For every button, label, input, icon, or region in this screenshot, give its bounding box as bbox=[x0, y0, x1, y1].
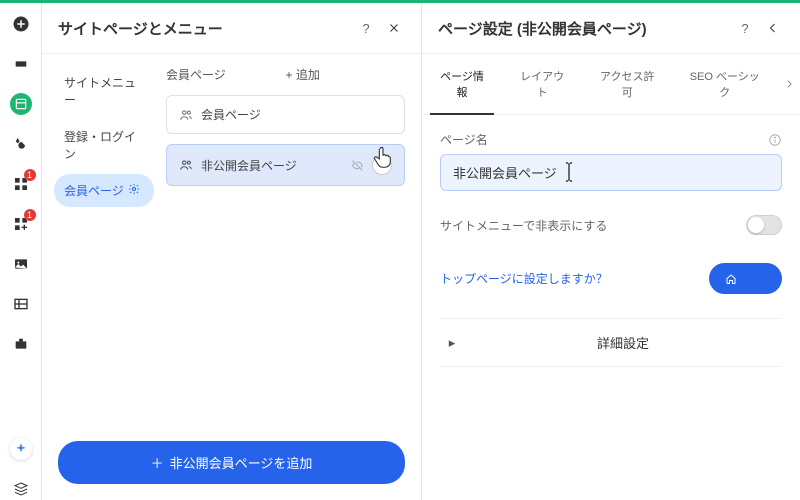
page-list-column: 会員ページ + 追加 会員ページ 非公開会員ページ bbox=[162, 54, 421, 441]
pages-menu-panel: サイトページとメニュー ? サイトメニュー 登録・ログイン 会員ページ 会員ペー… bbox=[42, 3, 422, 500]
ai-sparkle-icon[interactable] bbox=[10, 438, 32, 460]
menu-column: サイトメニュー 登録・ログイン 会員ページ bbox=[42, 54, 162, 441]
more-button[interactable] bbox=[372, 155, 392, 175]
settings-tabs: ページ情報 レイアウト アクセス許可 SEO ベーシック bbox=[422, 54, 800, 115]
menu-item-signup-login[interactable]: 登録・ログイン bbox=[54, 120, 154, 170]
member-icon bbox=[179, 108, 193, 122]
tab-page-info[interactable]: ページ情報 bbox=[422, 54, 502, 114]
help-icon[interactable]: ? bbox=[734, 17, 756, 39]
page-name: 非公開会員ページ bbox=[201, 157, 343, 174]
tab-layout[interactable]: レイアウト bbox=[502, 54, 582, 114]
page-name-input[interactable] bbox=[440, 154, 782, 191]
gear-icon bbox=[128, 183, 140, 198]
menu-item-member-pages[interactable]: 会員ページ bbox=[54, 174, 154, 207]
hide-in-menu-label: サイトメニューで非表示にする bbox=[440, 217, 746, 234]
page-name-label: ページ名 bbox=[440, 131, 768, 148]
member-icon bbox=[179, 158, 193, 172]
close-icon[interactable] bbox=[383, 17, 405, 39]
add-icon[interactable] bbox=[10, 13, 32, 35]
tab-permissions[interactable]: アクセス許可 bbox=[582, 54, 672, 114]
add-page-link[interactable]: + 追加 bbox=[286, 66, 406, 83]
menu-icon[interactable] bbox=[10, 93, 32, 115]
pages-icon[interactable] bbox=[10, 53, 32, 75]
page-item[interactable]: 会員ページ bbox=[166, 95, 405, 134]
settings-title: ページ設定 (非公開会員ページ) bbox=[438, 18, 728, 39]
apps-icon[interactable]: 1 bbox=[10, 213, 32, 235]
page-settings-panel: ページ設定 (非公開会員ページ) ? ページ情報 レイアウト アクセス許可 SE… bbox=[422, 3, 800, 500]
info-icon[interactable] bbox=[768, 133, 782, 147]
layout-icon[interactable]: 1 bbox=[10, 173, 32, 195]
business-icon[interactable] bbox=[10, 333, 32, 355]
list-heading: 会員ページ bbox=[166, 66, 286, 83]
help-icon[interactable]: ? bbox=[355, 17, 377, 39]
homepage-question-link[interactable]: トップページに設定しますか？ bbox=[440, 270, 709, 287]
hidden-icon bbox=[351, 159, 364, 172]
layers-icon[interactable] bbox=[10, 478, 32, 500]
design-icon[interactable] bbox=[10, 133, 32, 155]
set-homepage-button[interactable]: 設定 bbox=[709, 263, 782, 294]
advanced-label: 詳細設定 bbox=[464, 333, 782, 352]
page-item-selected[interactable]: 非公開会員ページ bbox=[166, 144, 405, 186]
left-tool-sidebar: 1 1 bbox=[0, 3, 42, 500]
hide-in-menu-toggle[interactable] bbox=[746, 215, 782, 235]
chevron-right-icon: ▸ bbox=[440, 335, 464, 351]
page-name: 会員ページ bbox=[201, 106, 392, 123]
table-icon[interactable] bbox=[10, 293, 32, 315]
panel-title: サイトページとメニュー bbox=[58, 18, 349, 39]
tabs-scroll-right[interactable] bbox=[777, 79, 800, 89]
add-private-page-button[interactable]: ＋非公開会員ページを追加 bbox=[58, 441, 405, 484]
advanced-settings-row[interactable]: ▸ 詳細設定 bbox=[440, 318, 782, 367]
tab-seo[interactable]: SEO ベーシック bbox=[672, 54, 777, 114]
menu-item-site-menu[interactable]: サイトメニュー bbox=[54, 66, 154, 116]
media-icon[interactable] bbox=[10, 253, 32, 275]
back-icon[interactable] bbox=[762, 17, 784, 39]
